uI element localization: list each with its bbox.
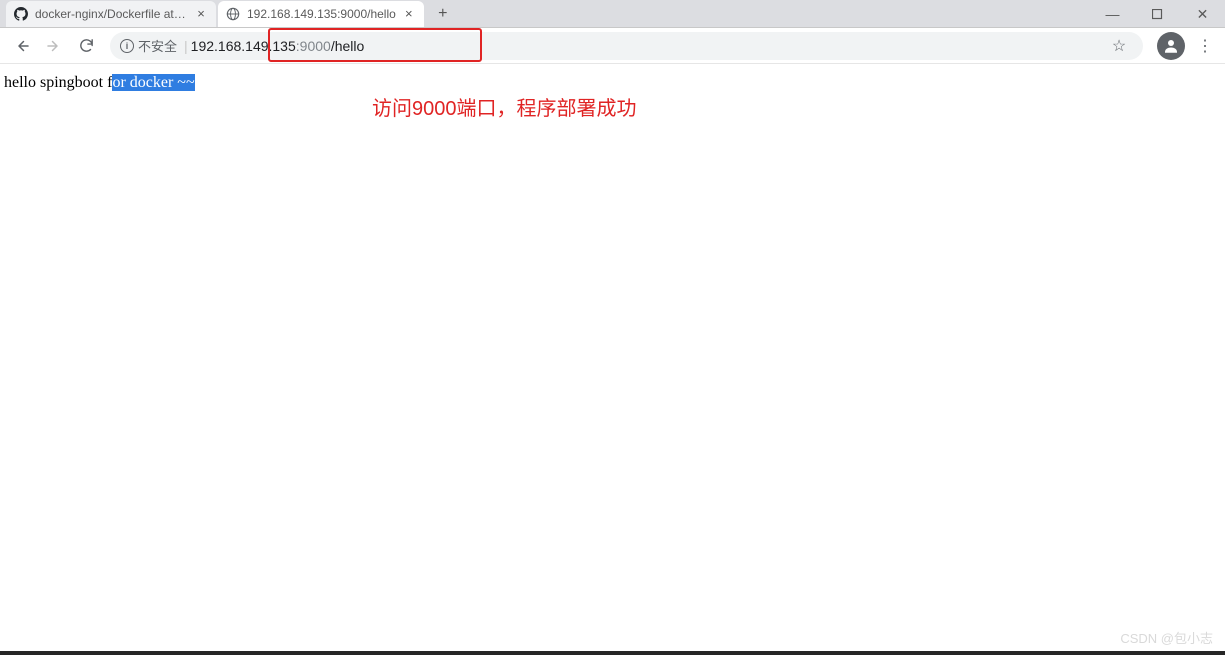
tab-hello[interactable]: 192.168.149.135:9000/hello × (218, 1, 424, 27)
annotation-text: 访问9000端口，程序部署成功 (372, 92, 637, 121)
profile-avatar-button[interactable] (1157, 32, 1185, 60)
tab-title: 192.168.149.135:9000/hello (247, 7, 396, 21)
tab-title: docker-nginx/Dockerfile at fea (35, 7, 188, 21)
response-text: hello spingboot for docker ~~ (4, 74, 195, 91)
close-window-button[interactable]: ✕ (1180, 0, 1225, 28)
site-info[interactable]: i 不安全 (120, 36, 177, 55)
close-tab-icon[interactable]: × (402, 7, 416, 21)
tab-strip: docker-nginx/Dockerfile at fea × 192.168… (0, 0, 1225, 28)
url-text: 192.168.149.135:9000/hello (191, 38, 365, 54)
close-tab-icon[interactable]: × (194, 7, 208, 21)
bottom-border (0, 651, 1225, 655)
bookmark-star-icon[interactable]: ☆ (1105, 32, 1133, 60)
kebab-menu-icon[interactable]: ⋮ (1193, 32, 1217, 60)
new-tab-button[interactable]: + (430, 1, 456, 27)
selected-text: or docker ~~ (112, 74, 194, 91)
info-icon: i (120, 39, 134, 53)
tab-github[interactable]: docker-nginx/Dockerfile at fea × (6, 1, 216, 27)
github-icon (14, 7, 28, 21)
page-content: hello spingboot for docker ~~ 访问9000端口，程… (0, 64, 1225, 102)
globe-icon (226, 7, 240, 21)
minimize-button[interactable]: — (1090, 0, 1135, 28)
security-label: 不安全 (138, 36, 177, 55)
maximize-button[interactable] (1135, 0, 1180, 28)
watermark: CSDN @包小志 (1120, 628, 1213, 647)
reload-button[interactable] (72, 32, 100, 60)
toolbar: i 不安全 | 192.168.149.135:9000/hello ☆ ⋮ (0, 28, 1225, 64)
forward-button[interactable] (40, 32, 68, 60)
address-bar[interactable]: i 不安全 | 192.168.149.135:9000/hello ☆ (110, 32, 1143, 60)
window-controls: — ✕ (1090, 0, 1225, 28)
back-button[interactable] (8, 32, 36, 60)
